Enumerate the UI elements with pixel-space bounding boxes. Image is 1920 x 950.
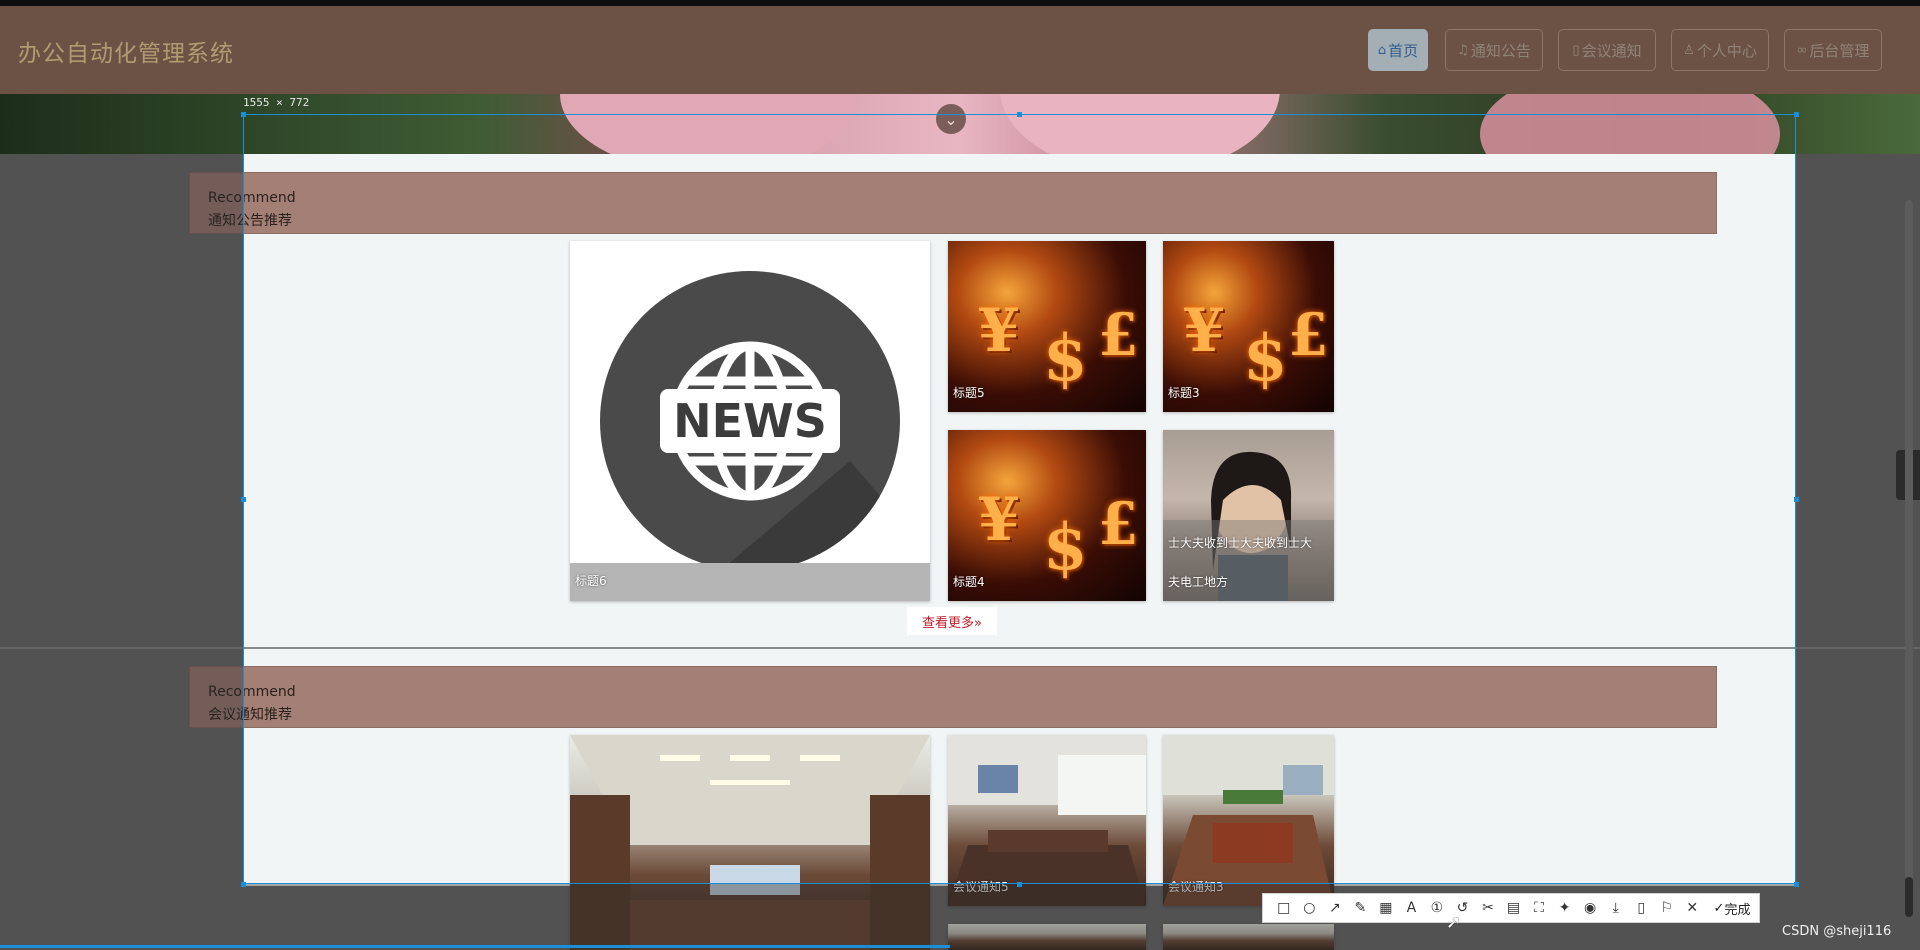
site-header: 办公自动化管理系统 ⌂ 首页 ♫ 通知公告 ▯ 会议通知 ♙ 个人中心 ∞ 后台管理: [0, 6, 1920, 94]
mosaic-icon[interactable]: ▦: [1373, 895, 1399, 921]
resize-handle[interactable]: [241, 882, 246, 887]
resize-handle[interactable]: [241, 497, 246, 502]
section-header-meetings: Recommend 会议通知推荐: [189, 666, 1717, 728]
nav-notices[interactable]: ♫ 通知公告: [1445, 29, 1543, 71]
pin-icon[interactable]: ✦: [1552, 895, 1578, 921]
pen-icon[interactable]: ✎: [1348, 895, 1374, 921]
notice-card-featured[interactable]: NEWS 标题6: [570, 241, 930, 601]
notice-card[interactable]: 士大夫收到士大夫收到士大 夫电工地方: [1163, 430, 1334, 601]
nav-profile-label: 个人中心: [1696, 41, 1757, 60]
site-brand[interactable]: 办公自动化管理系统: [18, 34, 234, 68]
done-button[interactable]: ✓ 完成: [1705, 895, 1759, 921]
nav-home-label: 首页: [1388, 41, 1419, 60]
nav-home[interactable]: ⌂ 首页: [1368, 29, 1428, 71]
check-icon: ✓: [1713, 900, 1725, 916]
pound-glyph: £: [1098, 490, 1139, 558]
card-title-line2: 夫电工地方: [1168, 575, 1229, 589]
bell-icon: ♫: [1457, 42, 1469, 58]
card-title: 标题5: [953, 386, 985, 400]
screenshot-toolbar: □ ○ ↗ ✎ ▦ A ① ↺ ✂ ▤ ⛶ ✦ ◉ ⤓ ▯ ⚐ ✕ ✓ 完成: [1262, 893, 1760, 923]
arrow-icon[interactable]: ↗: [1322, 895, 1348, 921]
mouse-cursor-icon: ➚: [1446, 912, 1462, 933]
nav-meetings-label: 会议通知: [1581, 41, 1642, 60]
watermark: CSDN @sheji116: [1782, 924, 1892, 939]
card-title: 会议通知3: [1168, 880, 1224, 894]
save-icon[interactable]: ⤓: [1603, 895, 1629, 921]
ellipse-icon[interactable]: ○: [1297, 895, 1323, 921]
meeting-card[interactable]: [948, 924, 1146, 950]
card-title-line1: 士大夫收到士大夫收到士大: [1168, 536, 1313, 550]
nav-admin[interactable]: ∞ 后台管理: [1784, 29, 1882, 71]
section-header-notices: Recommend 通知公告推荐: [189, 172, 1717, 234]
long-screenshot-icon[interactable]: ▯: [1628, 895, 1654, 921]
section-subtitle: Recommend: [208, 684, 296, 700]
notice-card[interactable]: ¥ $ £ 标题3: [1163, 241, 1334, 412]
ocr-icon[interactable]: ▤: [1501, 895, 1527, 921]
document-icon: ▯: [1572, 42, 1580, 58]
card-caption-bar: [570, 563, 930, 601]
scrollbar-thumb[interactable]: [1905, 877, 1913, 917]
done-label: 完成: [1724, 902, 1751, 918]
notice-card[interactable]: ¥ $ £ 标题5: [948, 241, 1146, 412]
pound-glyph: £: [1098, 301, 1139, 369]
resize-handle[interactable]: [241, 112, 246, 117]
yen-glyph: ¥: [978, 296, 1020, 366]
card-title: 会议通知5: [953, 880, 1009, 894]
notice-card[interactable]: ¥ $ £ 标题4: [948, 430, 1146, 601]
resize-handle[interactable]: [1017, 882, 1022, 887]
fullscreen-icon[interactable]: ⛶: [1526, 895, 1552, 921]
user-icon: ♙: [1683, 42, 1695, 58]
svg-text:NEWS: NEWS: [673, 394, 827, 448]
section-subtitle: Recommend: [208, 190, 296, 206]
home-icon: ⌂: [1377, 42, 1387, 58]
pound-glyph: £: [1288, 301, 1329, 369]
card-title: 标题3: [1168, 386, 1200, 400]
dollar-glyph: $: [1043, 321, 1088, 396]
view-more-link[interactable]: 查看更多»: [907, 607, 997, 635]
nav-notices-label: 通知公告: [1470, 41, 1531, 60]
close-icon[interactable]: ✕: [1680, 895, 1706, 921]
clip-icon[interactable]: ✂: [1475, 895, 1501, 921]
banner-petal: [1480, 94, 1780, 154]
section-title: 会议通知推荐: [208, 707, 292, 723]
meeting-card-featured[interactable]: [570, 735, 930, 950]
section-title: 通知公告推荐: [208, 213, 292, 229]
dollar-glyph: $: [1043, 510, 1088, 585]
card-title: 标题6: [575, 574, 607, 588]
section-divider: [0, 647, 1920, 649]
capture-dimensions: 1555 × 772: [243, 96, 310, 109]
meeting-card[interactable]: 会议通知5: [948, 735, 1146, 906]
record-icon[interactable]: ◉: [1577, 895, 1603, 921]
bookmark-icon[interactable]: ⚐: [1654, 895, 1680, 921]
meeting-card[interactable]: [1163, 924, 1334, 950]
banner-petal: [1000, 94, 1280, 154]
page-progress-bar: [0, 945, 950, 948]
text-icon[interactable]: A: [1399, 895, 1425, 921]
chevron-down-icon[interactable]: ⌄: [936, 104, 966, 134]
banner-petal: [560, 94, 860, 154]
yen-glyph: ¥: [1183, 296, 1225, 366]
yen-glyph: ¥: [978, 485, 1020, 555]
resize-handle[interactable]: [1794, 112, 1799, 117]
nav-profile[interactable]: ♙ 个人中心: [1671, 29, 1769, 71]
news-globe-image: NEWS: [600, 271, 900, 571]
resize-handle[interactable]: [1017, 112, 1022, 117]
scrollbar-track[interactable]: [1905, 200, 1913, 880]
rectangle-icon[interactable]: □: [1271, 895, 1297, 921]
link-icon: ∞: [1796, 42, 1808, 58]
resize-handle[interactable]: [1794, 882, 1799, 887]
dollar-glyph: $: [1243, 321, 1288, 396]
meeting-room-image: [570, 735, 930, 950]
meeting-card[interactable]: 会议通知3: [1163, 735, 1334, 906]
nav-admin-label: 后台管理: [1809, 41, 1870, 60]
card-title: 标题4: [953, 575, 985, 589]
resize-handle[interactable]: [1794, 497, 1799, 502]
nav-meetings[interactable]: ▯ 会议通知: [1558, 29, 1656, 71]
